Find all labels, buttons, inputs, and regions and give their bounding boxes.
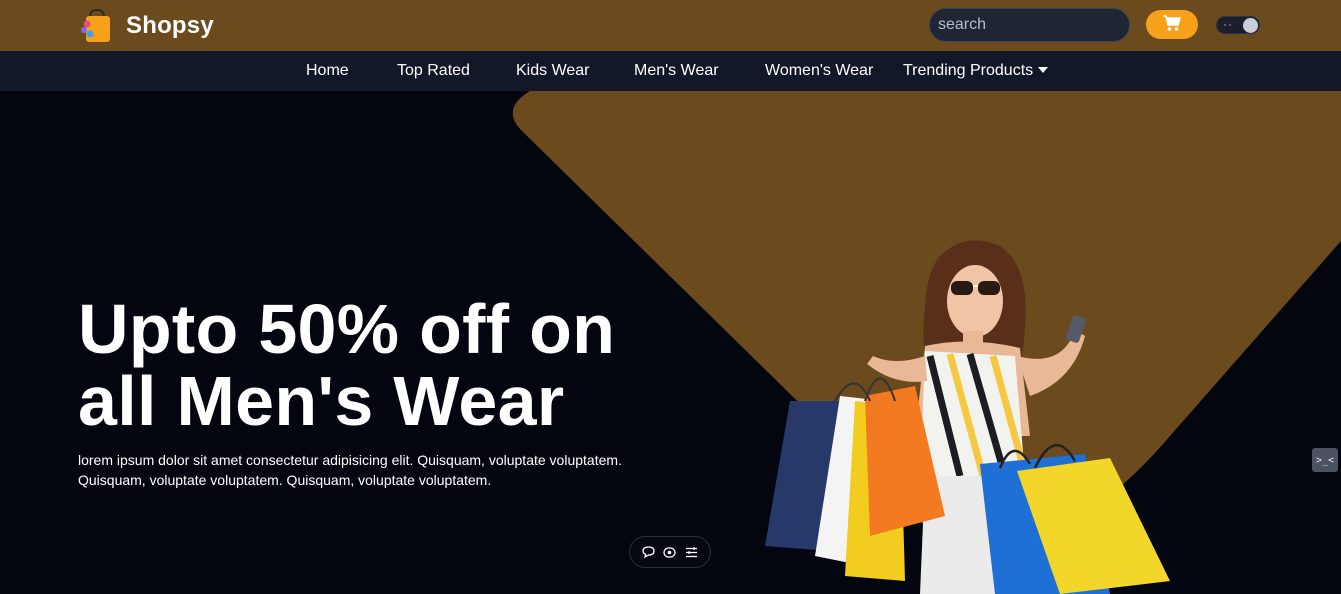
hero-title-line-2: all Men's Wear xyxy=(78,362,565,440)
shopping-bag-logo-icon xyxy=(78,8,116,44)
search-box[interactable] xyxy=(929,8,1159,42)
moon-icon xyxy=(1243,18,1258,33)
nav-item-trending-products[interactable]: Trending Products xyxy=(903,62,1049,80)
brand-name: Shopsy xyxy=(126,12,214,39)
hero-banner: Upto 50% off on all Men's Wear lorem ips… xyxy=(0,91,1341,594)
hero-title-line-1: Upto 50% off on xyxy=(78,290,616,368)
nav-item-womens-wear[interactable]: Women's Wear xyxy=(765,62,873,80)
stars-icon xyxy=(1224,24,1231,26)
menu-lines-icon[interactable] xyxy=(684,545,698,559)
eye-icon[interactable] xyxy=(663,545,677,559)
hero-description: lorem ipsum dolor sit amet consectetur a… xyxy=(78,452,622,488)
main-nav: Home Top Rated Kids Wear Men's Wear Wome… xyxy=(0,51,1341,91)
brand[interactable]: Shopsy xyxy=(78,8,214,44)
hero-title: Upto 50% off on all Men's Wear xyxy=(78,293,698,437)
side-panel-tab[interactable]: >_< xyxy=(1312,448,1338,472)
nav-item-home[interactable]: Home xyxy=(306,62,349,80)
chat-bubble-icon[interactable] xyxy=(642,545,656,559)
chevron-down-icon xyxy=(1038,66,1049,73)
nav-item-top-rated[interactable]: Top Rated xyxy=(397,62,470,80)
floating-toolbar xyxy=(629,536,711,568)
cart-button[interactable] xyxy=(1146,10,1198,39)
shopping-woman-image xyxy=(765,240,1170,594)
nav-item-mens-wear[interactable]: Men's Wear xyxy=(634,62,719,80)
top-header: Shopsy xyxy=(0,0,1341,51)
nav-item-kids-wear[interactable]: Kids Wear xyxy=(516,62,590,80)
nav-item-label: Trending Products xyxy=(903,62,1034,79)
shopping-cart-icon xyxy=(1162,14,1182,35)
dark-mode-toggle[interactable] xyxy=(1216,16,1260,34)
search-input[interactable] xyxy=(938,16,1145,34)
